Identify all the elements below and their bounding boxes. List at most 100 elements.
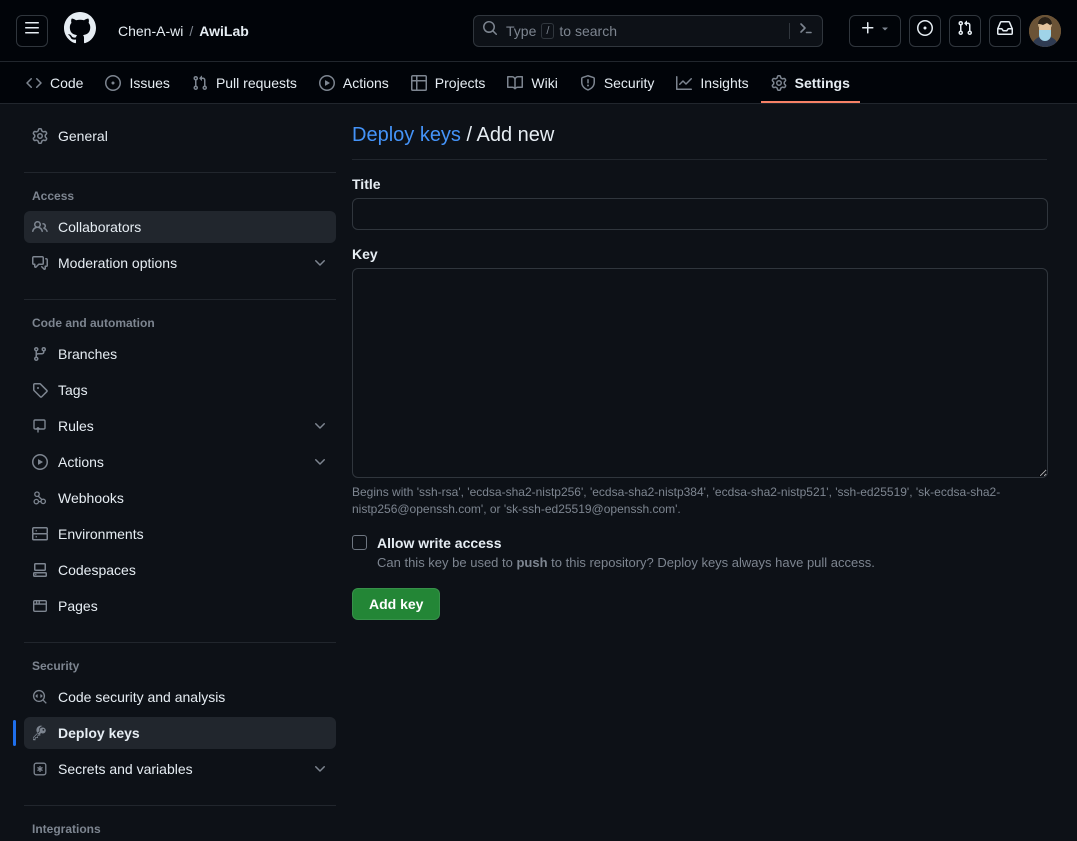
tab-issues-label: Issues bbox=[129, 75, 170, 91]
title-input[interactable] bbox=[352, 198, 1048, 230]
tab-code[interactable]: Code bbox=[16, 65, 93, 103]
issue-opened-icon bbox=[917, 20, 933, 41]
inbox-icon bbox=[997, 20, 1013, 41]
rules-icon bbox=[32, 418, 48, 434]
tab-actions-label: Actions bbox=[342, 75, 389, 91]
git-branch-icon bbox=[32, 346, 48, 362]
sidebar-item-branches[interactable]: Branches bbox=[24, 338, 336, 370]
tab-settings[interactable]: Settings bbox=[760, 65, 860, 103]
main-content: Deploy keys / Add new Title Key Begins w… bbox=[352, 104, 1077, 840]
sidebar-item-deploy-keys[interactable]: Deploy keys bbox=[13, 717, 336, 749]
chevron-down-icon bbox=[312, 418, 328, 434]
search-placeholder-prefix: Type bbox=[506, 22, 537, 39]
tab-projects[interactable]: Projects bbox=[401, 65, 496, 103]
repository-nav: Code Issues Pull requests Actions Projec… bbox=[0, 62, 1077, 104]
sidebar-section-integrations: Integrations GitHub Apps Email notificat… bbox=[24, 816, 336, 840]
terminal-icon[interactable] bbox=[798, 20, 814, 41]
search-area: Type / to search bbox=[473, 14, 823, 47]
sidebar-section-access: Access Collaborators Moderation options bbox=[24, 183, 336, 289]
breadcrumb-owner[interactable]: Chen-A-wi bbox=[118, 23, 183, 39]
webhook-icon bbox=[32, 490, 48, 506]
sidebar-heading-code-automation: Code and automation bbox=[32, 316, 155, 330]
plus-icon bbox=[860, 20, 876, 41]
tab-issues[interactable]: Issues bbox=[95, 65, 179, 103]
search-slash-badge: / bbox=[541, 22, 555, 39]
add-key-button[interactable]: Add key bbox=[352, 587, 441, 620]
sidebar-item-label: Branches bbox=[58, 346, 118, 362]
sidebar-item-label: Moderation options bbox=[58, 255, 178, 271]
avatar-icon bbox=[1029, 14, 1061, 47]
user-avatar[interactable] bbox=[1029, 14, 1061, 47]
search-icon bbox=[482, 20, 498, 41]
notifications-button[interactable] bbox=[989, 14, 1021, 47]
sidebar-item-webhooks[interactable]: Webhooks bbox=[24, 482, 336, 514]
issue-opened-icon bbox=[105, 75, 122, 91]
key-icon bbox=[32, 725, 48, 741]
sidebar-divider bbox=[24, 805, 336, 806]
allow-write-access-checkbox[interactable] bbox=[352, 535, 367, 551]
tab-actions[interactable]: Actions bbox=[309, 65, 399, 103]
page-title: Deploy keys / Add new bbox=[352, 124, 1047, 159]
book-icon bbox=[507, 75, 524, 91]
title-divider bbox=[352, 159, 1047, 160]
sidebar-item-codespaces[interactable]: Codespaces bbox=[24, 554, 336, 586]
server-icon bbox=[32, 526, 48, 542]
pull-requests-button[interactable] bbox=[949, 14, 981, 47]
tab-settings-label: Settings bbox=[794, 75, 850, 91]
breadcrumb-repo[interactable]: AwiLab bbox=[199, 23, 249, 39]
sidebar-heading-security: Security bbox=[32, 659, 80, 673]
tag-icon bbox=[32, 382, 48, 398]
breadcrumb: Chen-A-wi / AwiLab bbox=[118, 23, 249, 39]
hamburger-menu-button[interactable] bbox=[16, 14, 48, 47]
desc-pre: Can this key be used to bbox=[377, 554, 517, 570]
gear-icon bbox=[32, 128, 48, 144]
sidebar-item-tags[interactable]: Tags bbox=[24, 374, 336, 406]
tab-security[interactable]: Security bbox=[570, 65, 665, 103]
sidebar-item-environments[interactable]: Environments bbox=[24, 518, 336, 550]
git-pull-request-icon bbox=[957, 20, 973, 41]
search-divider bbox=[789, 22, 790, 39]
allow-write-access-label[interactable]: Allow write access bbox=[377, 535, 502, 551]
chevron-down-icon bbox=[312, 761, 328, 777]
issues-button[interactable] bbox=[909, 14, 941, 47]
desc-bold: push bbox=[516, 554, 548, 570]
key-asterisk-icon bbox=[32, 761, 48, 777]
tab-insights[interactable]: Insights bbox=[666, 65, 758, 103]
sidebar-item-general[interactable]: General bbox=[24, 120, 336, 152]
search-input[interactable]: Type / to search bbox=[473, 14, 823, 47]
github-home-link[interactable] bbox=[64, 12, 96, 49]
sidebar-item-moderation-options[interactable]: Moderation options bbox=[24, 247, 336, 279]
tab-code-label: Code bbox=[50, 75, 84, 91]
browser-icon bbox=[32, 598, 48, 614]
allow-write-access-description: Can this key be used to push to this rep… bbox=[377, 555, 1047, 570]
tab-pull-requests[interactable]: Pull requests bbox=[182, 65, 307, 103]
comment-discussion-icon bbox=[32, 255, 48, 271]
sidebar-item-label: Secrets and variables bbox=[58, 761, 193, 777]
key-textarea[interactable] bbox=[352, 268, 1048, 478]
triangle-down-icon bbox=[879, 22, 891, 40]
sidebar-item-label: Collaborators bbox=[58, 219, 142, 235]
sidebar-divider bbox=[24, 299, 336, 300]
sidebar-item-secrets-and-variables[interactable]: Secrets and variables bbox=[24, 753, 336, 785]
deploy-keys-link[interactable]: Deploy keys bbox=[352, 124, 461, 146]
sidebar-item-actions[interactable]: Actions bbox=[24, 446, 336, 478]
page-body: General Access Collaborators Moderation … bbox=[0, 104, 1077, 840]
sidebar-heading-integrations: Integrations bbox=[32, 822, 101, 836]
sidebar-item-pages[interactable]: Pages bbox=[24, 590, 336, 622]
create-new-button[interactable] bbox=[849, 14, 901, 47]
people-icon bbox=[32, 219, 48, 235]
title-field-label: Title bbox=[352, 176, 381, 192]
header-actions bbox=[849, 14, 1061, 47]
sidebar-item-code-security-and-analysis[interactable]: Code security and analysis bbox=[24, 681, 336, 713]
tab-wiki[interactable]: Wiki bbox=[497, 65, 567, 103]
code-icon bbox=[26, 75, 42, 91]
play-icon bbox=[318, 75, 335, 91]
shield-icon bbox=[580, 75, 596, 91]
sidebar-item-rules[interactable]: Rules bbox=[24, 410, 336, 442]
tab-security-label: Security bbox=[603, 75, 655, 91]
key-help-text: Begins with 'ssh-rsa', 'ecdsa-sha2-nistp… bbox=[352, 485, 1001, 517]
search-placeholder: Type / to search bbox=[506, 22, 781, 39]
codespaces-icon bbox=[32, 562, 48, 578]
sidebar-item-label: Code security and analysis bbox=[58, 689, 226, 705]
sidebar-item-collaborators[interactable]: Collaborators bbox=[24, 211, 336, 243]
